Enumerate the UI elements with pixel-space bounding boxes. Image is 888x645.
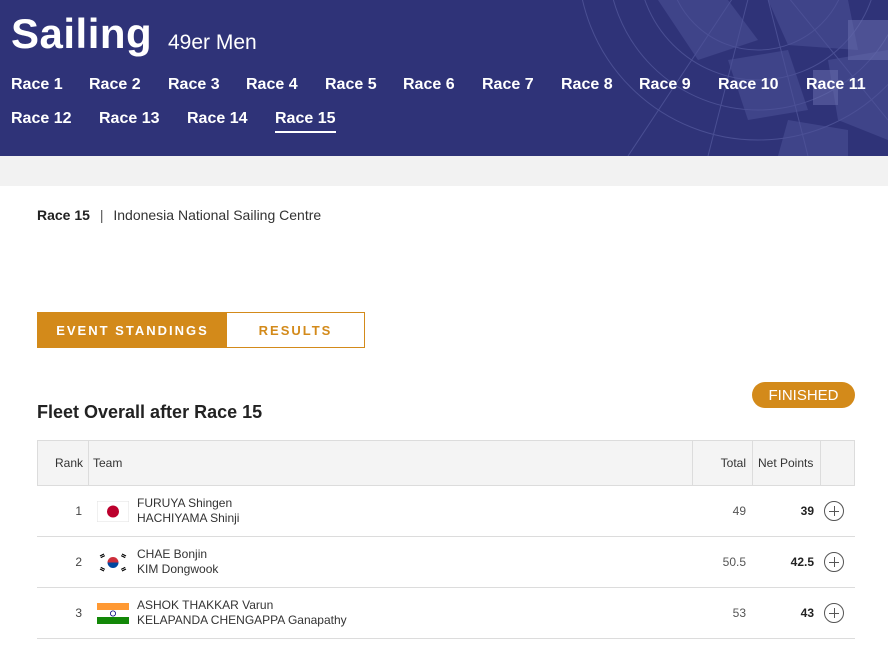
status-badge: FINISHED bbox=[752, 382, 855, 408]
sailor-name: FURUYA Shingen bbox=[137, 496, 233, 510]
sailor-name: CHAE Bonjin bbox=[137, 547, 208, 561]
column-team: Team bbox=[93, 456, 123, 470]
race-tab-7[interactable]: Race 7 bbox=[482, 76, 534, 94]
column-divider bbox=[752, 441, 753, 485]
results-button[interactable]: RESULTS bbox=[227, 313, 364, 347]
sailor-name: KELAPANDA CHENGAPPA Ganapathy bbox=[137, 613, 347, 627]
event-standings-button[interactable]: EVENT STANDINGS bbox=[38, 313, 227, 347]
table-row: 1 FURUYA Shingen HACHIYAMA Shinji 49 39 bbox=[37, 486, 855, 537]
race-tab-13[interactable]: Race 13 bbox=[99, 110, 160, 128]
event-title: 49er Men bbox=[168, 31, 257, 54]
standings-title: Fleet Overall after Race 15 bbox=[37, 402, 263, 422]
race-tab-15[interactable]: Race 15 bbox=[275, 110, 336, 133]
column-rank: Rank bbox=[54, 456, 83, 470]
korea-flag-icon bbox=[97, 552, 129, 573]
table-header: Rank Team Total Net Points bbox=[37, 440, 855, 486]
sailor-name: ASHOK THAKKAR Varun bbox=[137, 598, 274, 612]
net-points-value: 39 bbox=[800, 504, 814, 518]
header-spacer bbox=[0, 156, 888, 186]
race-tab-3[interactable]: Race 3 bbox=[168, 76, 220, 94]
race-tab-2[interactable]: Race 2 bbox=[89, 76, 141, 94]
column-divider bbox=[820, 441, 821, 485]
column-net-points: Net Points bbox=[758, 456, 814, 470]
expand-row-icon[interactable] bbox=[824, 501, 844, 521]
race-venue-line: Race 15 | Indonesia National Sailing Cen… bbox=[37, 207, 321, 223]
venue-separator: | bbox=[99, 207, 104, 223]
expand-row-icon[interactable] bbox=[824, 552, 844, 572]
race-tab-5[interactable]: Race 5 bbox=[325, 76, 377, 94]
view-toggle: EVENT STANDINGS RESULTS bbox=[37, 312, 365, 348]
sport-title: Sailing bbox=[11, 10, 153, 57]
rank-value: 2 bbox=[75, 555, 82, 569]
total-value: 50.5 bbox=[722, 555, 746, 569]
team-names: FURUYA Shingen HACHIYAMA Shinji bbox=[137, 496, 239, 526]
sailor-name: HACHIYAMA Shinji bbox=[137, 511, 240, 525]
total-value: 53 bbox=[732, 606, 746, 620]
race-tab-4[interactable]: Race 4 bbox=[246, 76, 298, 94]
expand-row-icon[interactable] bbox=[824, 603, 844, 623]
sailor-name: KIM Dongwook bbox=[137, 562, 219, 576]
event-header: Sailing 49er Men Race 1 Race 2 Race 3 Ra… bbox=[0, 0, 888, 156]
net-points-value: 42.5 bbox=[790, 555, 814, 569]
net-points-value: 43 bbox=[800, 606, 814, 620]
venue-name: Indonesia National Sailing Centre bbox=[113, 207, 322, 223]
column-total: Total bbox=[720, 456, 746, 470]
standings-table: Rank Team Total Net Points 1 FURUYA Shin… bbox=[37, 440, 855, 639]
race-tab-14[interactable]: Race 14 bbox=[187, 110, 248, 128]
race-tab-8[interactable]: Race 8 bbox=[561, 76, 613, 94]
total-value: 49 bbox=[732, 504, 746, 518]
column-divider bbox=[88, 441, 89, 485]
race-name: Race 15 bbox=[37, 207, 90, 223]
rank-value: 3 bbox=[75, 606, 82, 620]
team-names: CHAE Bonjin KIM Dongwook bbox=[137, 547, 218, 577]
race-tab-10[interactable]: Race 10 bbox=[718, 76, 779, 94]
table-row: 2 CHAE Bonjin KIM Dongwook 50.5 42.5 bbox=[37, 537, 855, 588]
team-names: ASHOK THAKKAR Varun KELAPANDA CHENGAPPA … bbox=[137, 598, 347, 628]
japan-flag-icon bbox=[97, 501, 129, 522]
table-row: 3 ASHOK THAKKAR Varun KELAPANDA CHENGAPP… bbox=[37, 588, 855, 639]
race-tab-1[interactable]: Race 1 bbox=[11, 76, 63, 94]
rank-value: 1 bbox=[75, 504, 82, 518]
race-tab-9[interactable]: Race 9 bbox=[639, 76, 691, 94]
race-tab-6[interactable]: Race 6 bbox=[403, 76, 455, 94]
india-flag-icon bbox=[97, 603, 129, 624]
race-tab-12[interactable]: Race 12 bbox=[11, 110, 72, 128]
race-tab-11[interactable]: Race 11 bbox=[806, 76, 866, 94]
